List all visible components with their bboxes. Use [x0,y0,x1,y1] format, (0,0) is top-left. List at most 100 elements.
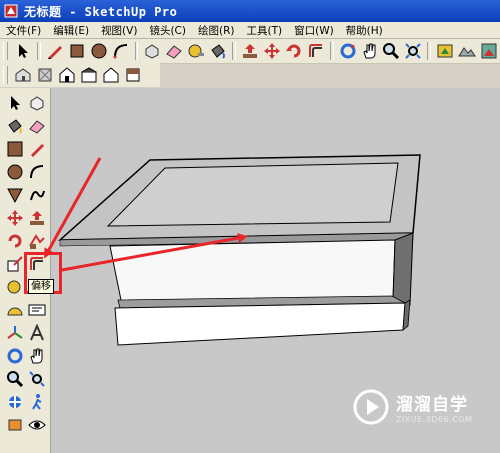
protractor-button[interactable] [4,299,26,321]
toolbar-grip[interactable] [3,42,8,60]
rectangle-icon [70,44,84,58]
paint-bucket-icon [8,119,22,134]
zoom-window-button[interactable] [26,368,48,390]
section-plane-button[interactable] [4,414,26,436]
text-tool-button[interactable] [26,299,48,321]
position-camera-button[interactable] [4,391,26,413]
pencil-icon [47,46,62,59]
make-component-button[interactable] [26,92,48,114]
main-toolbar [0,39,500,64]
pan-tool-button[interactable] [26,345,48,367]
paint-bucket-button[interactable] [207,40,229,62]
watermark-url: ZIXUE.3D66.COM [396,415,473,424]
paint-bucket-button[interactable] [4,115,26,137]
circle-tool-button[interactable] [88,40,110,62]
menu-edit[interactable]: 编辑(E) [47,23,95,38]
magnifier-icon [7,371,24,388]
arc-tool-button[interactable] [110,40,132,62]
menu-draw[interactable]: 绘图(R) [192,23,241,38]
back-view-button[interactable] [100,64,122,86]
box-side-face[interactable] [392,232,414,306]
arc-tool-button[interactable] [26,161,48,183]
zoom-tool-button[interactable] [4,368,26,390]
move-icon [7,210,23,226]
top-view-button[interactable] [34,64,56,86]
tape-measure-button[interactable] [4,276,26,298]
rotate-tool-button[interactable] [4,230,26,252]
follow-me-icon [29,234,45,249]
location-icon [437,44,453,58]
follow-me-button[interactable] [26,230,48,252]
toggle-terrain-button[interactable] [456,40,478,62]
orbit-tool-button[interactable] [337,40,359,62]
zoom-window-icon [29,371,45,387]
rotate-tool-button[interactable] [283,40,305,62]
arrow-cursor-icon [11,96,20,110]
offset-tool-button[interactable] [305,40,327,62]
push-pull-icon [243,44,258,58]
component-icon [30,96,44,111]
pan-tool-button[interactable] [359,40,381,62]
menu-tools[interactable]: 工具(T) [240,23,288,38]
zoom-extents-icon [405,43,422,59]
plinth-front-face[interactable] [114,302,406,346]
make-component-button[interactable] [141,40,163,62]
push-pull-button[interactable] [26,207,48,229]
push-pull-button[interactable] [239,40,261,62]
3d-text-button[interactable] [26,322,48,344]
axes-icon [7,326,23,339]
add-location-button[interactable] [434,40,456,62]
move-tool-button[interactable] [261,40,283,62]
axes-tool-button[interactable] [4,322,26,344]
freehand-tool-button[interactable] [26,184,48,206]
polygon-tool-button[interactable] [4,184,26,206]
tape-measure-icon [188,44,205,58]
front-view-button[interactable] [56,64,78,86]
orbit-tool-button[interactable] [4,345,26,367]
move-icon [263,43,280,59]
eye-icon [28,420,46,430]
rectangle-tool-button[interactable] [66,40,88,62]
toolbar-grip[interactable] [3,66,8,84]
menu-window[interactable]: 窗口(W) [288,23,340,38]
walk-icon [32,394,42,410]
photo-textures-button[interactable] [478,40,500,62]
menu-camera[interactable]: 镜头(C) [143,23,192,38]
right-house-icon [81,67,97,83]
left-view-icon [126,68,140,82]
line-tool-button[interactable] [44,40,66,62]
zoom-tool-button[interactable] [381,40,403,62]
tape-measure-button[interactable] [185,40,207,62]
views-toolbar [0,63,160,87]
line-tool-button[interactable] [26,138,48,160]
menu-help[interactable]: 帮助(H) [340,23,389,38]
circle-icon [91,43,107,59]
rectangle-icon [7,141,23,157]
eraser-tool-button[interactable] [26,115,48,137]
zoom-extents-button[interactable] [402,40,424,62]
rotate-icon [8,234,22,248]
watermark-name: 溜溜自学 [396,395,468,415]
move-tool-button[interactable] [4,207,26,229]
protractor-icon [7,307,23,316]
3d-text-icon [30,324,44,341]
menu-view[interactable]: 视图(V) [95,23,143,38]
iso-view-button[interactable] [12,64,34,86]
circle-tool-button[interactable] [4,161,26,183]
rectangle-tool-button[interactable] [4,138,26,160]
scale-tool-button[interactable] [4,253,26,275]
walk-tool-button[interactable] [26,391,48,413]
component-icon [145,44,159,59]
select-tool-button[interactable] [4,92,26,114]
eraser-tool-button[interactable] [163,40,185,62]
look-around-button[interactable] [26,414,48,436]
tape-measure-icon [7,280,21,294]
scale-icon [7,256,23,272]
menu-file[interactable]: 文件(F) [0,23,47,38]
right-view-button[interactable] [78,64,100,86]
select-tool-button[interactable] [12,40,34,62]
left-view-button[interactable] [122,64,144,86]
watermark: 溜溜自学 ZIXUE.3D66.COM [352,385,474,429]
box-front-face[interactable] [109,239,396,306]
top-view-icon [38,68,52,82]
